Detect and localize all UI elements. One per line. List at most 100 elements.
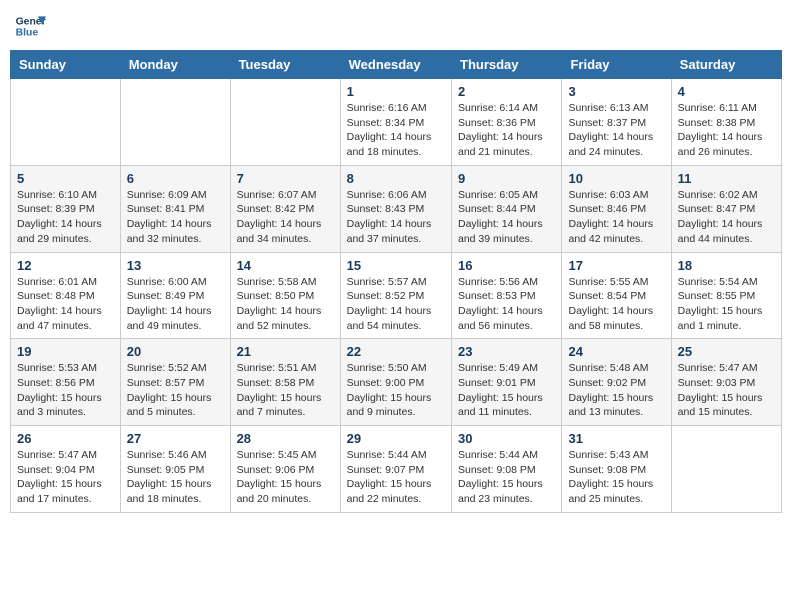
calendar-cell <box>671 426 781 513</box>
day-number: 8 <box>347 171 445 186</box>
column-header-thursday: Thursday <box>452 51 562 79</box>
day-number: 28 <box>237 431 334 446</box>
calendar-cell: 27 Sunrise: 5:46 AM Sunset: 9:05 PM Dayli… <box>120 426 230 513</box>
day-number: 16 <box>458 258 555 273</box>
day-info: Sunrise: 5:47 AM Sunset: 9:04 PM Dayligh… <box>17 448 114 507</box>
calendar-cell: 10Sunrise: 6:03 AM Sunset: 8:46 PM Dayli… <box>562 165 671 252</box>
day-number: 9 <box>458 171 555 186</box>
calendar-week-row: 19 Sunrise: 5:53 AM Sunset: 8:56 PM Dayli… <box>11 339 782 426</box>
day-number: 31 <box>568 431 664 446</box>
calendar-cell: 12 Sunrise: 6:01 AM Sunset: 8:48 PM Dayli… <box>11 252 121 339</box>
calendar-cell: 4 Sunrise: 6:11 AM Sunset: 8:38 PM Daylig… <box>671 79 781 166</box>
calendar-cell: 20 Sunrise: 5:52 AM Sunset: 8:57 PM Dayli… <box>120 339 230 426</box>
day-number: 15 <box>347 258 445 273</box>
calendar-cell: 14Sunrise: 5:58 AM Sunset: 8:50 PM Dayli… <box>230 252 340 339</box>
page-header: General Blue <box>10 10 782 42</box>
calendar-cell: 1 Sunrise: 6:16 AM Sunset: 8:34 PM Daylig… <box>340 79 451 166</box>
column-header-sunday: Sunday <box>11 51 121 79</box>
day-info: Sunrise: 5:55 AM Sunset: 8:54 PM Dayligh… <box>568 275 664 334</box>
day-number: 23 <box>458 344 555 359</box>
day-number: 26 <box>17 431 114 446</box>
day-info: Sunrise: 6:11 AM Sunset: 8:38 PM Dayligh… <box>678 101 775 160</box>
day-info: Sunrise: 5:48 AM Sunset: 9:02 PM Dayligh… <box>568 361 664 420</box>
logo-icon: General Blue <box>14 10 46 42</box>
day-number: 27 <box>127 431 224 446</box>
calendar-cell: 26 Sunrise: 5:47 AM Sunset: 9:04 PM Dayli… <box>11 426 121 513</box>
day-number: 2 <box>458 84 555 99</box>
calendar-cell: 16 Sunrise: 5:56 AM Sunset: 8:53 PM Dayli… <box>452 252 562 339</box>
day-info: Sunrise: 6:10 AM Sunset: 8:39 PM Dayligh… <box>17 188 114 247</box>
calendar-cell: 30Sunrise: 5:44 AM Sunset: 9:08 PM Dayli… <box>452 426 562 513</box>
calendar-cell: 8 Sunrise: 6:06 AM Sunset: 8:43 PM Daylig… <box>340 165 451 252</box>
day-number: 4 <box>678 84 775 99</box>
day-info: Sunrise: 6:06 AM Sunset: 8:43 PM Dayligh… <box>347 188 445 247</box>
day-info: Sunrise: 6:14 AM Sunset: 8:36 PM Dayligh… <box>458 101 555 160</box>
calendar-cell: 22 Sunrise: 5:50 AM Sunset: 9:00 PM Dayli… <box>340 339 451 426</box>
day-number: 11 <box>678 171 775 186</box>
day-info: Sunrise: 5:54 AM Sunset: 8:55 PM Dayligh… <box>678 275 775 334</box>
calendar-cell: 2 Sunrise: 6:14 AM Sunset: 8:36 PM Daylig… <box>452 79 562 166</box>
day-info: Sunrise: 5:45 AM Sunset: 9:06 PM Dayligh… <box>237 448 334 507</box>
calendar-cell: 7Sunrise: 6:07 AM Sunset: 8:42 PM Daylig… <box>230 165 340 252</box>
day-number: 22 <box>347 344 445 359</box>
day-number: 3 <box>568 84 664 99</box>
calendar-cell: 24 Sunrise: 5:48 AM Sunset: 9:02 PM Dayli… <box>562 339 671 426</box>
day-info: Sunrise: 6:09 AM Sunset: 8:41 PM Dayligh… <box>127 188 224 247</box>
calendar-cell: 19 Sunrise: 5:53 AM Sunset: 8:56 PM Dayli… <box>11 339 121 426</box>
day-number: 24 <box>568 344 664 359</box>
column-header-tuesday: Tuesday <box>230 51 340 79</box>
calendar-cell: 3Sunrise: 6:13 AM Sunset: 8:37 PM Daylig… <box>562 79 671 166</box>
day-info: Sunrise: 5:51 AM Sunset: 8:58 PM Dayligh… <box>237 361 334 420</box>
day-number: 13 <box>127 258 224 273</box>
day-number: 12 <box>17 258 114 273</box>
day-info: Sunrise: 5:53 AM Sunset: 8:56 PM Dayligh… <box>17 361 114 420</box>
calendar-cell: 11Sunrise: 6:02 AM Sunset: 8:47 PM Dayli… <box>671 165 781 252</box>
calendar-table: SundayMondayTuesdayWednesdayThursdayFrid… <box>10 50 782 513</box>
column-header-monday: Monday <box>120 51 230 79</box>
day-number: 1 <box>347 84 445 99</box>
day-number: 5 <box>17 171 114 186</box>
day-number: 25 <box>678 344 775 359</box>
day-number: 30 <box>458 431 555 446</box>
day-info: Sunrise: 6:03 AM Sunset: 8:46 PM Dayligh… <box>568 188 664 247</box>
svg-text:Blue: Blue <box>16 28 39 39</box>
day-info: Sunrise: 5:57 AM Sunset: 8:52 PM Dayligh… <box>347 275 445 334</box>
day-info: Sunrise: 5:56 AM Sunset: 8:53 PM Dayligh… <box>458 275 555 334</box>
calendar-cell <box>11 79 121 166</box>
column-header-friday: Friday <box>562 51 671 79</box>
calendar-cell: 23 Sunrise: 5:49 AM Sunset: 9:01 PM Dayli… <box>452 339 562 426</box>
calendar-cell: 28 Sunrise: 5:45 AM Sunset: 9:06 PM Dayli… <box>230 426 340 513</box>
day-number: 19 <box>17 344 114 359</box>
day-info: Sunrise: 6:01 AM Sunset: 8:48 PM Dayligh… <box>17 275 114 334</box>
calendar-cell: 9Sunrise: 6:05 AM Sunset: 8:44 PM Daylig… <box>452 165 562 252</box>
calendar-cell: 18 Sunrise: 5:54 AM Sunset: 8:55 PM Dayli… <box>671 252 781 339</box>
calendar-cell: 5 Sunrise: 6:10 AM Sunset: 8:39 PM Daylig… <box>11 165 121 252</box>
calendar-cell: 6 Sunrise: 6:09 AM Sunset: 8:41 PM Daylig… <box>120 165 230 252</box>
logo: General Blue <box>14 10 50 42</box>
day-number: 18 <box>678 258 775 273</box>
day-number: 29 <box>347 431 445 446</box>
calendar-header-row: SundayMondayTuesdayWednesdayThursdayFrid… <box>11 51 782 79</box>
day-info: Sunrise: 5:52 AM Sunset: 8:57 PM Dayligh… <box>127 361 224 420</box>
column-header-saturday: Saturday <box>671 51 781 79</box>
day-info: Sunrise: 5:50 AM Sunset: 9:00 PM Dayligh… <box>347 361 445 420</box>
calendar-cell: 29 Sunrise: 5:44 AM Sunset: 9:07 PM Dayli… <box>340 426 451 513</box>
day-number: 17 <box>568 258 664 273</box>
day-number: 6 <box>127 171 224 186</box>
day-info: Sunrise: 5:44 AM Sunset: 9:07 PM Dayligh… <box>347 448 445 507</box>
calendar-cell <box>120 79 230 166</box>
day-info: Sunrise: 5:46 AM Sunset: 9:05 PM Dayligh… <box>127 448 224 507</box>
day-info: Sunrise: 5:49 AM Sunset: 9:01 PM Dayligh… <box>458 361 555 420</box>
calendar-week-row: 1 Sunrise: 6:16 AM Sunset: 8:34 PM Daylig… <box>11 79 782 166</box>
calendar-cell: 25 Sunrise: 5:47 AM Sunset: 9:03 PM Dayli… <box>671 339 781 426</box>
calendar-cell: 31Sunrise: 5:43 AM Sunset: 9:08 PM Dayli… <box>562 426 671 513</box>
column-header-wednesday: Wednesday <box>340 51 451 79</box>
calendar-week-row: 12 Sunrise: 6:01 AM Sunset: 8:48 PM Dayli… <box>11 252 782 339</box>
calendar-cell <box>230 79 340 166</box>
calendar-week-row: 26 Sunrise: 5:47 AM Sunset: 9:04 PM Dayli… <box>11 426 782 513</box>
calendar-cell: 17 Sunrise: 5:55 AM Sunset: 8:54 PM Dayli… <box>562 252 671 339</box>
day-number: 14 <box>237 258 334 273</box>
day-number: 20 <box>127 344 224 359</box>
day-info: Sunrise: 6:16 AM Sunset: 8:34 PM Dayligh… <box>347 101 445 160</box>
day-info: Sunrise: 5:47 AM Sunset: 9:03 PM Dayligh… <box>678 361 775 420</box>
